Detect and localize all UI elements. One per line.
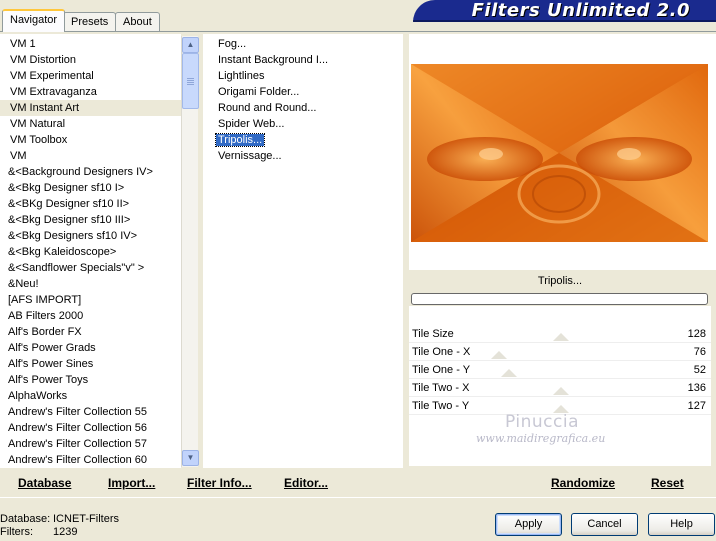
- param-value: 136: [687, 382, 706, 394]
- category-item[interactable]: &<Sandflower Specials"v" >: [0, 260, 181, 276]
- filter-item[interactable]: Spider Web...: [203, 116, 403, 132]
- scroll-up-arrow-icon[interactable]: ▲: [182, 37, 199, 53]
- filter-item-label: Instant Background I...: [218, 54, 329, 66]
- filter-item[interactable]: Tripolis...: [203, 132, 403, 148]
- tab-about[interactable]: About: [115, 12, 160, 31]
- param-value: 128: [687, 328, 706, 340]
- current-filter-name: Tripolis...: [409, 270, 711, 292]
- scrollbar-thumb[interactable]: [182, 53, 199, 109]
- category-item[interactable]: &<Bkg Designer sf10 I>: [0, 180, 181, 196]
- preview-image: [411, 64, 708, 242]
- app-title: Filters Unlimited 2.0: [471, 0, 690, 21]
- filter-item-label: Spider Web...: [218, 118, 285, 130]
- category-item[interactable]: Alf's Border FX: [0, 324, 181, 340]
- filter-item[interactable]: Vernissage...: [203, 148, 403, 164]
- database-button[interactable]: Database: [18, 475, 71, 491]
- category-item[interactable]: &<Bkg Designers sf10 IV>: [0, 228, 181, 244]
- param-value: 52: [693, 364, 706, 376]
- randomize-button[interactable]: Randomize: [551, 475, 615, 491]
- category-item[interactable]: VM Natural: [0, 116, 181, 132]
- filter-item-label: Round and Round...: [218, 102, 317, 114]
- tab-strip: Navigator Presets About: [0, 0, 410, 32]
- category-item[interactable]: Andrew's Filter Collection 60: [0, 452, 181, 468]
- category-item[interactable]: VM: [0, 148, 181, 164]
- filter-list[interactable]: Fog... Instant Background I... Lightlines O…: [203, 34, 403, 468]
- param-label: Tile One - Y: [412, 364, 471, 376]
- category-item[interactable]: Alf's Power Toys: [0, 372, 181, 388]
- scroll-down-arrow-icon[interactable]: ▼: [182, 450, 199, 466]
- category-item[interactable]: VM Distortion: [0, 52, 181, 68]
- param-slider-marker[interactable]: [553, 333, 569, 341]
- category-item[interactable]: VM Instant Art: [0, 100, 181, 116]
- param-value: 76: [693, 346, 706, 358]
- category-item[interactable]: VM Extravaganza: [0, 84, 181, 100]
- param-label: Tile Two - X: [412, 382, 470, 394]
- category-scrollbar[interactable]: ▲ ▼: [181, 36, 199, 467]
- reset-button[interactable]: Reset: [651, 475, 684, 491]
- category-item[interactable]: &<Bkg Designer sf10 III>: [0, 212, 181, 228]
- cancel-button[interactable]: Cancel: [571, 513, 638, 536]
- category-item[interactable]: AB Filters 2000: [0, 308, 181, 324]
- filter-item-label: Origami Folder...: [218, 86, 300, 98]
- status-database-value: ICNET-Filters: [53, 513, 119, 525]
- param-slider-marker[interactable]: [491, 351, 507, 359]
- param-label: Tile Size: [412, 328, 454, 340]
- category-item[interactable]: &<Bkg Kaleidoscope>: [0, 244, 181, 260]
- param-row[interactable]: Tile Size 128: [409, 325, 711, 343]
- category-item[interactable]: VM Experimental: [0, 68, 181, 84]
- filter-info-button[interactable]: Filter Info...: [187, 475, 252, 491]
- param-row[interactable]: Tile One - Y 52: [409, 361, 711, 379]
- filter-item[interactable]: Fog...: [203, 36, 403, 52]
- category-item[interactable]: &<Background Designers IV>: [0, 164, 181, 180]
- param-row[interactable]: Tile One - X 76: [409, 343, 711, 361]
- category-item[interactable]: VM 1: [0, 36, 181, 52]
- filter-item-label: Fog...: [218, 38, 247, 50]
- param-slider-marker[interactable]: [553, 387, 569, 395]
- category-item[interactable]: Andrew's Filter Collection 56: [0, 420, 181, 436]
- tab-navigator[interactable]: Navigator: [2, 9, 66, 32]
- tab-presets[interactable]: Presets: [63, 12, 117, 31]
- category-item[interactable]: &<BKg Designer sf10 II>: [0, 196, 181, 212]
- bottom-separator: [0, 497, 716, 498]
- filter-item[interactable]: Lightlines: [203, 68, 403, 84]
- param-value: 127: [687, 400, 706, 412]
- category-item[interactable]: VM Toolbox: [0, 132, 181, 148]
- watermark-site: www.maidiregrafica.eu: [476, 432, 606, 445]
- filter-item[interactable]: Instant Background I...: [203, 52, 403, 68]
- category-item[interactable]: Alf's Power Sines: [0, 356, 181, 372]
- param-label: Tile Two - Y: [412, 400, 470, 412]
- filter-item[interactable]: Round and Round...: [203, 100, 403, 116]
- param-row[interactable]: Tile Two - X 136: [409, 379, 711, 397]
- filter-item-label: Tripolis...: [214, 133, 266, 147]
- status-filters-value: 1239: [53, 526, 78, 538]
- watermark-name: Pinuccia: [505, 412, 579, 432]
- help-button[interactable]: Help: [648, 513, 715, 536]
- status-filters-label: Filters:: [0, 526, 33, 538]
- category-list[interactable]: VM 1 VM Distortion VM Experimental VM Extra…: [0, 34, 181, 468]
- filter-item[interactable]: Origami Folder...: [203, 84, 403, 100]
- apply-button[interactable]: Apply: [495, 513, 562, 536]
- title-banner: Filters Unlimited 2.0: [413, 0, 716, 22]
- progress-bar: [411, 293, 708, 305]
- category-item[interactable]: &Neu!: [0, 276, 181, 292]
- status-database-label: Database:: [0, 513, 51, 525]
- category-item[interactable]: Alf's Power Grads: [0, 340, 181, 356]
- param-slider-marker[interactable]: [501, 369, 517, 377]
- import-button[interactable]: Import...: [108, 475, 155, 491]
- filter-item-label: Lightlines: [218, 70, 265, 82]
- preview-pattern: [411, 64, 708, 242]
- category-item[interactable]: AlphaWorks: [0, 388, 181, 404]
- filter-item-label: Vernissage...: [218, 150, 282, 162]
- editor-button[interactable]: Editor...: [284, 475, 328, 491]
- param-label: Tile One - X: [412, 346, 471, 358]
- category-item[interactable]: Andrew's Filter Collection 55: [0, 404, 181, 420]
- category-item[interactable]: [AFS IMPORT]: [0, 292, 181, 308]
- category-item[interactable]: Andrew's Filter Collection 57: [0, 436, 181, 452]
